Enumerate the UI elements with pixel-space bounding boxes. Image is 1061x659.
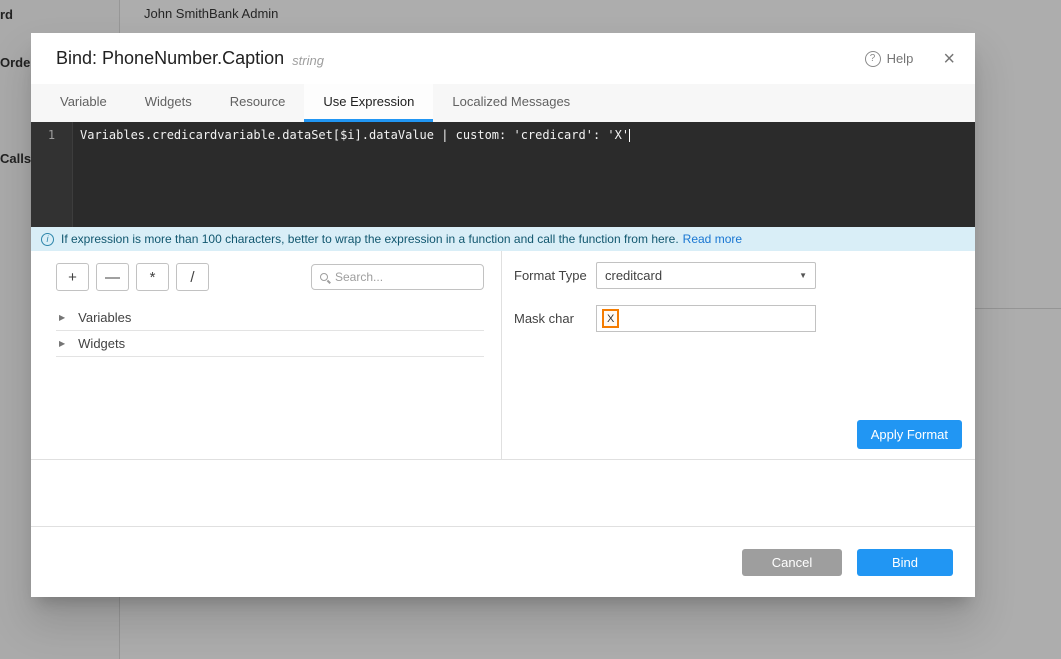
multiply-operator-button[interactable]: * [136, 263, 169, 291]
format-panel: Format Type creditcard ▼ Mask char X App… [501, 251, 975, 459]
read-more-link[interactable]: Read more [683, 232, 742, 246]
dialog-footer: Cancel Bind [31, 527, 975, 597]
expression-builder-panel: + — * / ▶ Variables ▶ W [31, 251, 501, 459]
mask-char-value[interactable]: X [602, 309, 619, 328]
plus-operator-button[interactable]: + [56, 263, 89, 291]
divide-operator-button[interactable]: / [176, 263, 209, 291]
source-tree: ▶ Variables ▶ Widgets [56, 305, 484, 357]
operator-toolbar: + — * / [56, 263, 484, 291]
tab-localized-messages[interactable]: Localized Messages [433, 84, 589, 122]
expression-editor[interactable]: 1 Variables.credicardvariable.dataSet[$i… [31, 122, 975, 227]
help-button[interactable]: ? Help [865, 51, 914, 67]
tree-item-label: Widgets [78, 336, 125, 351]
help-icon: ? [865, 51, 881, 67]
format-type-label: Format Type [514, 268, 596, 283]
info-icon: i [41, 233, 54, 246]
info-banner: i If expression is more than 100 charact… [31, 227, 975, 251]
expression-text: Variables.credicardvariable.dataSet[$i].… [80, 128, 629, 142]
format-type-value: creditcard [605, 268, 799, 283]
info-banner-text: If expression is more than 100 character… [61, 232, 679, 246]
search-box [311, 264, 484, 290]
dialog-header: Bind: PhoneNumber.Caption string ? Help … [31, 33, 975, 84]
dialog-spacer [31, 460, 975, 527]
dialog-body: + — * / ▶ Variables ▶ W [31, 251, 975, 460]
mask-char-row: Mask char X [514, 305, 962, 332]
tab-resource[interactable]: Resource [211, 84, 305, 122]
chevron-right-icon[interactable]: ▶ [59, 313, 65, 322]
help-label: Help [887, 51, 914, 66]
dialog-tab-bar: Variable Widgets Resource Use Expression… [31, 84, 975, 122]
text-cursor [629, 129, 630, 142]
tree-item-variables[interactable]: ▶ Variables [56, 305, 484, 331]
tab-use-expression[interactable]: Use Expression [304, 84, 433, 122]
search-input[interactable] [335, 270, 490, 284]
dialog-title: Bind: PhoneNumber.Caption [56, 48, 284, 69]
page: rd Order Calls John SmithBank Admin Bind… [0, 0, 1061, 659]
search-icon [320, 273, 328, 281]
binding-type-badge: string [292, 53, 324, 68]
tree-item-label: Variables [78, 310, 131, 325]
chevron-right-icon[interactable]: ▶ [59, 339, 65, 348]
bind-button[interactable]: Bind [857, 549, 953, 576]
tab-variable[interactable]: Variable [41, 84, 126, 122]
minus-operator-button[interactable]: — [96, 263, 129, 291]
mask-char-input[interactable]: X [596, 305, 816, 332]
tree-item-widgets[interactable]: ▶ Widgets [56, 331, 484, 357]
line-number: 1 [48, 128, 55, 142]
chevron-down-icon: ▼ [799, 271, 807, 280]
format-type-select[interactable]: creditcard ▼ [596, 262, 816, 289]
mask-char-label: Mask char [514, 311, 596, 326]
format-type-row: Format Type creditcard ▼ [514, 262, 962, 289]
cancel-button[interactable]: Cancel [742, 549, 842, 576]
line-number-gutter: 1 [31, 122, 73, 227]
close-icon[interactable]: × [943, 49, 955, 69]
bind-dialog: Bind: PhoneNumber.Caption string ? Help … [31, 33, 975, 597]
expression-code-line[interactable]: Variables.credicardvariable.dataSet[$i].… [73, 122, 975, 227]
apply-format-button[interactable]: Apply Format [857, 420, 962, 449]
tab-widgets[interactable]: Widgets [126, 84, 211, 122]
